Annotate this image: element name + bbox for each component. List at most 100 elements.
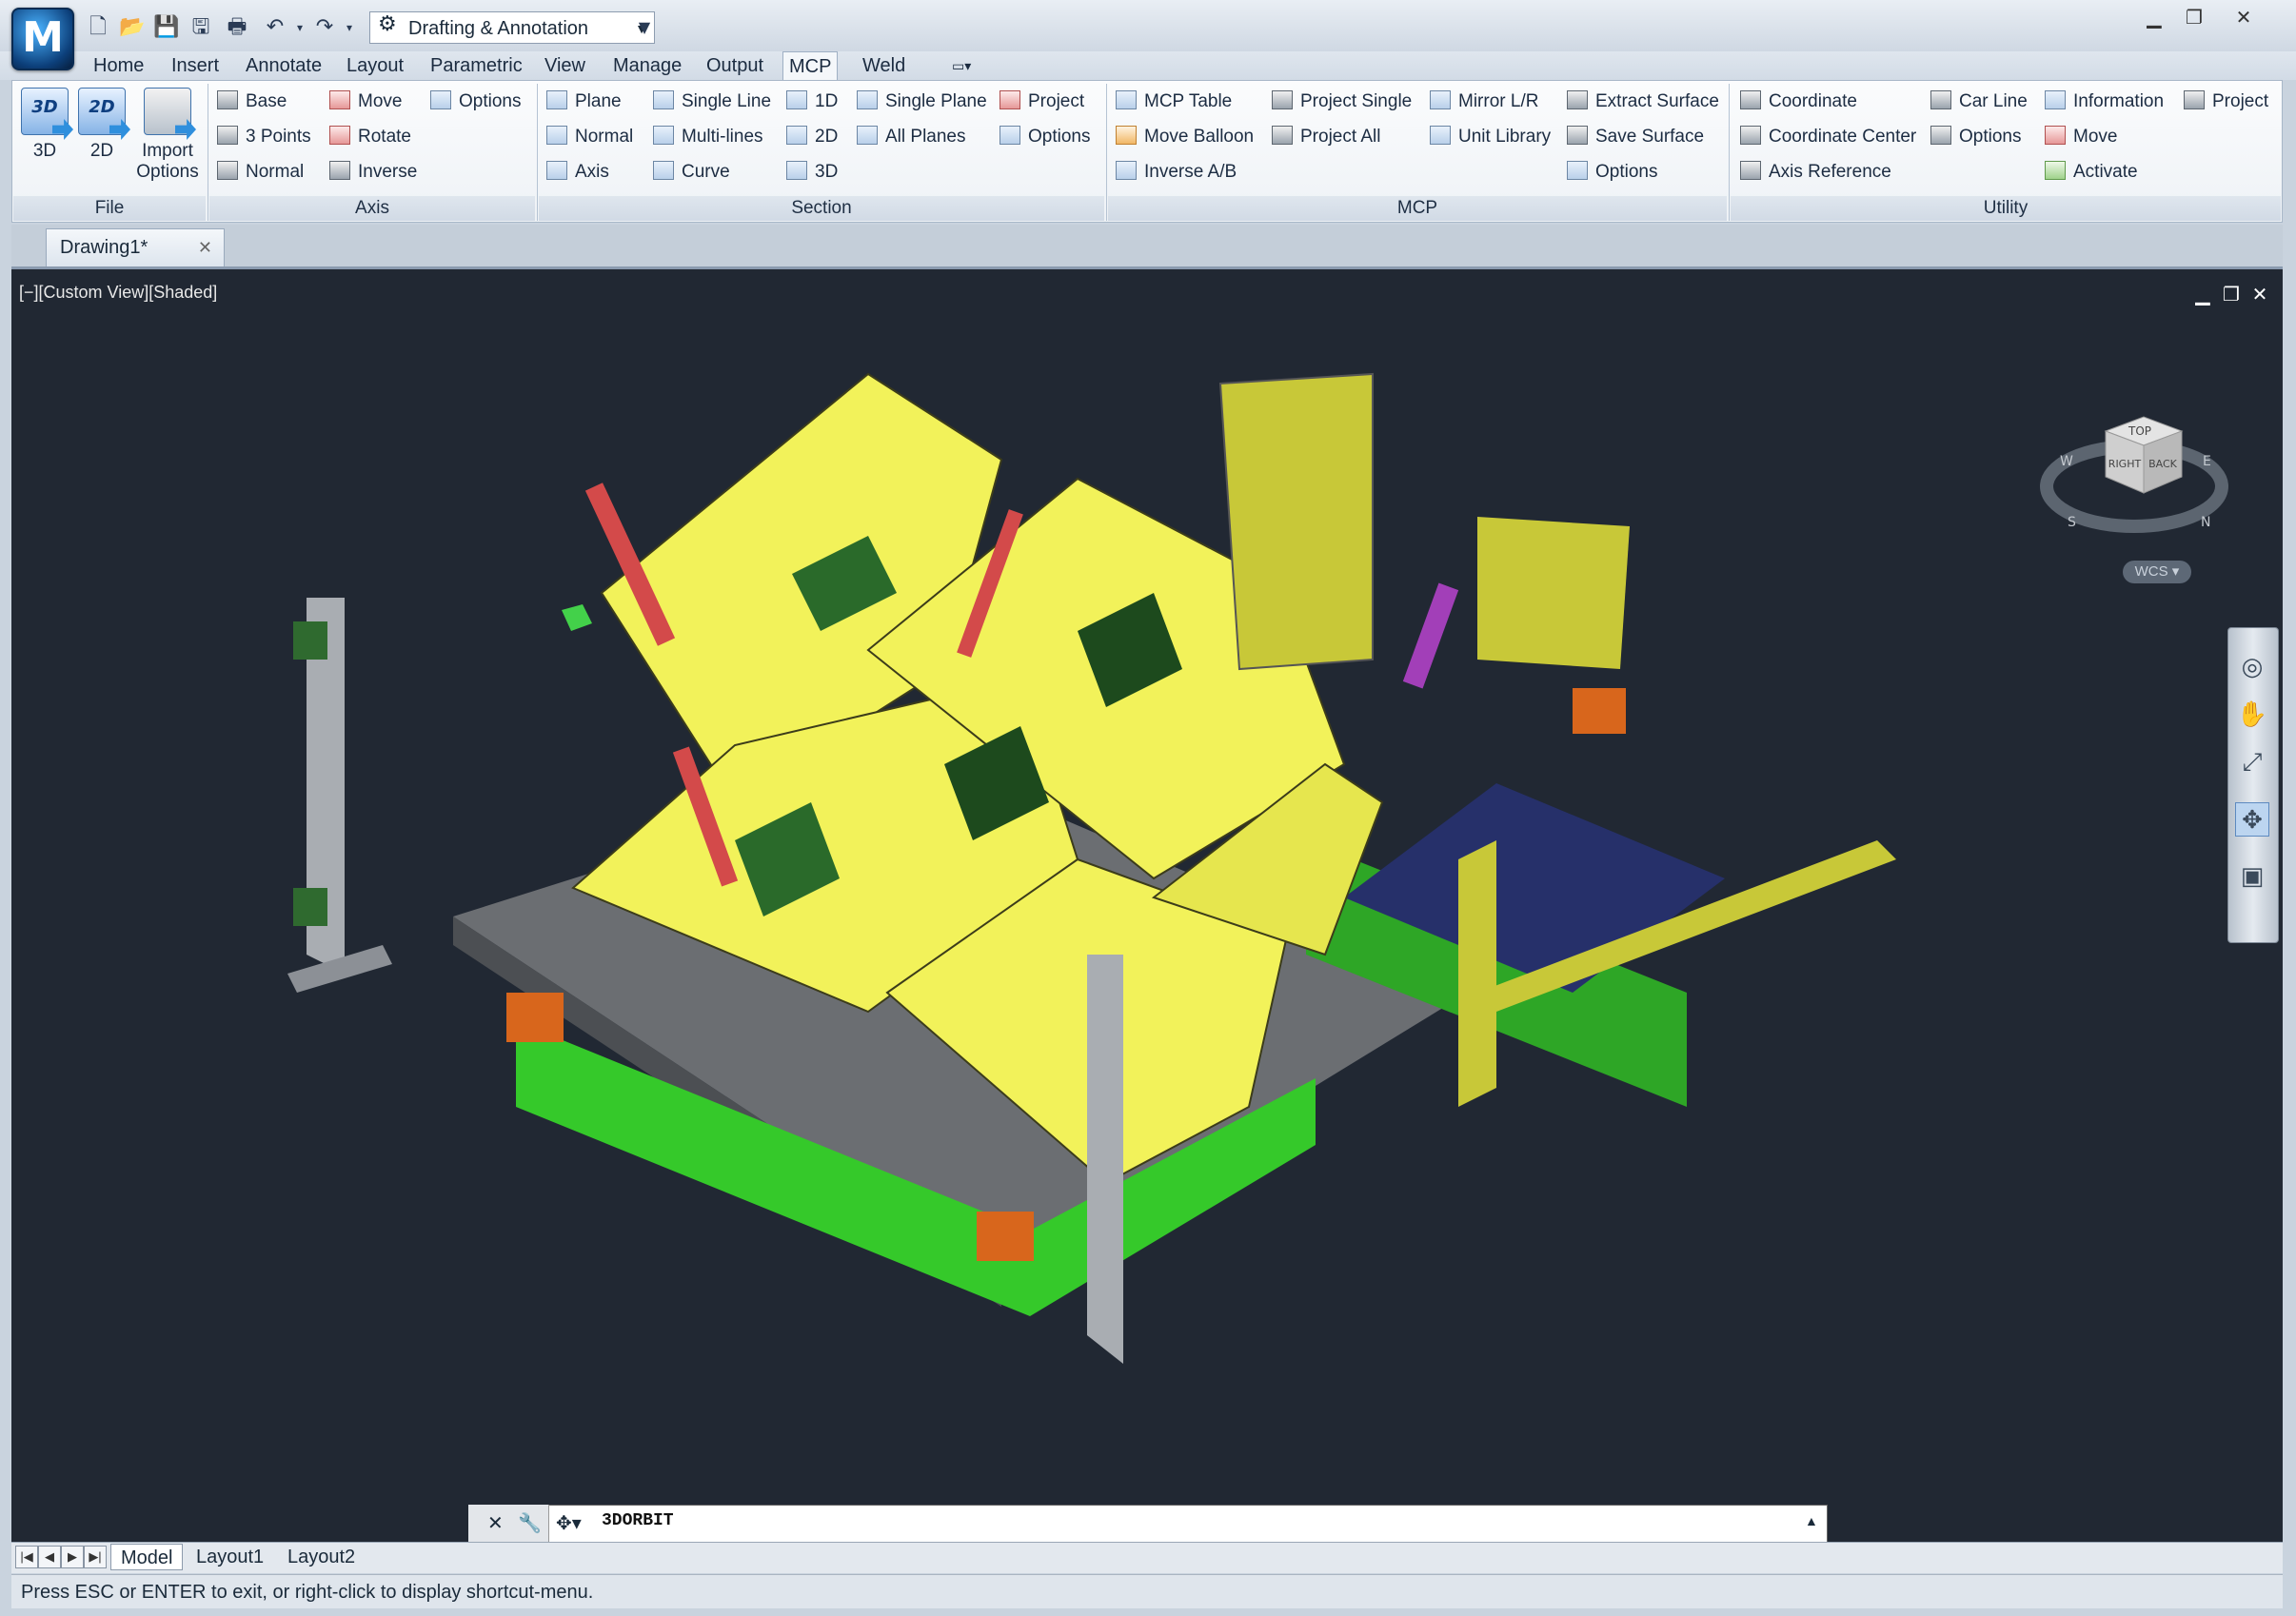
axis-3points-button[interactable]: 3 Points: [217, 123, 311, 151]
save-icon[interactable]: 💾: [152, 13, 181, 42]
redo-dropdown-icon[interactable]: ▾: [335, 13, 364, 42]
section-options-button[interactable]: Options: [1000, 123, 1090, 151]
section-normal-button[interactable]: Normal: [546, 123, 633, 151]
tab-view[interactable]: View: [539, 51, 591, 80]
group-separator: [1729, 84, 1730, 221]
axis-reference-button[interactable]: Axis Reference: [1740, 158, 1891, 187]
section-single-plane-button[interactable]: Single Plane: [857, 88, 987, 116]
project-single-button[interactable]: Project Single: [1272, 88, 1412, 116]
label: MCP Table: [1144, 91, 1233, 111]
pan-icon[interactable]: ✋: [2235, 698, 2269, 732]
car-line-button[interactable]: Car Line: [1930, 88, 2028, 116]
tab-output[interactable]: Output: [701, 51, 769, 80]
tab-insert[interactable]: Insert: [166, 51, 225, 80]
print-icon[interactable]: 🖶: [223, 13, 251, 42]
section-curve-button[interactable]: Curve: [653, 158, 730, 187]
axis-options-button[interactable]: Options: [430, 88, 521, 116]
minimize-icon[interactable]: ▁: [2138, 6, 2170, 29]
close-tab-icon[interactable]: ✕: [198, 229, 212, 266]
tab-annotate[interactable]: Annotate: [240, 51, 327, 80]
axis-rotate-button[interactable]: Rotate: [329, 123, 411, 151]
unit-library-button[interactable]: Unit Library: [1430, 123, 1551, 151]
maximize-icon[interactable]: ❐: [2178, 6, 2210, 29]
section-3d-button[interactable]: 3D: [786, 158, 838, 187]
tab-layout1[interactable]: Layout1: [187, 1544, 273, 1570]
label: Curve: [682, 162, 730, 182]
last-layout-icon[interactable]: ▶|: [84, 1546, 107, 1568]
application-menu-button[interactable]: M: [11, 8, 74, 70]
document-tab[interactable]: Drawing1* ✕: [46, 228, 225, 266]
label: 1D: [815, 91, 839, 111]
section-2d-button[interactable]: 2D: [786, 123, 838, 151]
wcs-menu[interactable]: WCS ▾: [2123, 561, 2191, 583]
inverse-ab-button[interactable]: Inverse A/B: [1116, 158, 1237, 187]
section-axis-button[interactable]: Axis: [546, 158, 609, 187]
mcp-table-button[interactable]: MCP Table: [1116, 88, 1232, 116]
tab-layout2[interactable]: Layout2: [278, 1544, 365, 1570]
zoom-extents-icon[interactable]: ⤢: [2235, 745, 2269, 779]
workspace-dropdown[interactable]: ⚙ Drafting & Annotation ▼: [369, 11, 655, 44]
3d-button[interactable]: 3D 3D: [17, 88, 72, 162]
mirror-lr-button[interactable]: Mirror L/R: [1430, 88, 1538, 116]
activate-button[interactable]: Activate: [2045, 158, 2138, 187]
save-surface-button[interactable]: Save Surface: [1567, 123, 1704, 151]
ribbon-minimize-icon[interactable]: ▭▾: [946, 51, 977, 80]
tab-weld[interactable]: Weld: [857, 51, 911, 80]
tab-manage[interactable]: Manage: [607, 51, 687, 80]
extract-surface-button[interactable]: Extract Surface: [1567, 88, 1719, 116]
label: Normal: [575, 127, 634, 147]
utility-options-button[interactable]: Options: [1930, 123, 2021, 151]
compass-n: N: [2201, 515, 2210, 530]
group-label-file: File: [13, 196, 206, 221]
activate-icon: [2045, 161, 2066, 180]
showmotion-icon[interactable]: ▣: [2235, 859, 2269, 894]
viewcube[interactable]: TOP RIGHT BACK W S N E: [2039, 374, 2229, 564]
command-history-toggle-icon[interactable]: ▲: [1805, 1513, 1818, 1528]
coordinate-center-button[interactable]: Coordinate Center: [1740, 123, 1916, 151]
customize-qat-icon[interactable]: ▼: [630, 13, 659, 42]
tab-mcp[interactable]: MCP: [782, 51, 839, 80]
mcp-options-button[interactable]: Options: [1567, 158, 1657, 187]
utility-move-button[interactable]: Move: [2045, 123, 2117, 151]
section-all-planes-button[interactable]: All Planes: [857, 123, 966, 151]
project-all-button[interactable]: Project All: [1272, 123, 1380, 151]
orbit-icon[interactable]: ✥: [2235, 802, 2269, 837]
wrench-icon[interactable]: 🔧: [518, 1511, 542, 1534]
axis-move-button[interactable]: Move: [329, 88, 402, 116]
axis-inverse-button[interactable]: Inverse: [329, 158, 417, 187]
2d-section-icon: [786, 126, 807, 145]
new-file-icon[interactable]: 🗋: [84, 13, 112, 42]
utility-project-button[interactable]: Project: [2184, 88, 2268, 116]
axis-base-button[interactable]: Base: [217, 88, 287, 116]
label: 3 Points: [246, 127, 311, 147]
import-options-button[interactable]: Import Options: [131, 88, 204, 183]
group-label-utility: Utility: [1731, 196, 2281, 221]
tab-home[interactable]: Home: [88, 51, 149, 80]
project-section-icon: [1000, 90, 1020, 109]
label: Project Single: [1300, 91, 1413, 111]
information-button[interactable]: Information: [2045, 88, 2164, 116]
section-single-line-button[interactable]: Single Line: [653, 88, 771, 116]
axis-normal-button[interactable]: Normal: [217, 158, 304, 187]
steering-wheel-icon[interactable]: ◎: [2235, 650, 2269, 684]
first-layout-icon[interactable]: |◀: [15, 1546, 38, 1568]
2d-button[interactable]: 2D 2D: [74, 88, 129, 162]
move-balloon-button[interactable]: Move Balloon: [1116, 123, 1254, 151]
tab-model[interactable]: Model: [110, 1544, 184, 1570]
next-layout-icon[interactable]: ▶: [61, 1546, 84, 1568]
tab-parametric[interactable]: Parametric: [425, 51, 528, 80]
coordinate-button[interactable]: Coordinate: [1740, 88, 1857, 116]
close-icon[interactable]: ✕: [2227, 6, 2260, 29]
section-1d-button[interactable]: 1D: [786, 88, 838, 116]
section-plane-button[interactable]: Plane: [546, 88, 622, 116]
prev-layout-icon[interactable]: ◀: [38, 1546, 61, 1568]
3d-model-render[interactable]: [11, 269, 2283, 1542]
open-file-icon[interactable]: 📂: [118, 13, 147, 42]
tab-layout[interactable]: Layout: [341, 51, 409, 80]
section-project-button[interactable]: Project: [1000, 88, 1084, 116]
label: Plane: [575, 91, 622, 111]
section-multi-lines-button[interactable]: Multi-lines: [653, 123, 763, 151]
close-command-icon[interactable]: ✕: [487, 1511, 504, 1534]
save-as-icon[interactable]: 🖫: [187, 13, 215, 42]
drawing-viewport[interactable]: [−][Custom View][Shaded] ▁ ❐ ✕ TOP RIGHT…: [11, 269, 2283, 1542]
